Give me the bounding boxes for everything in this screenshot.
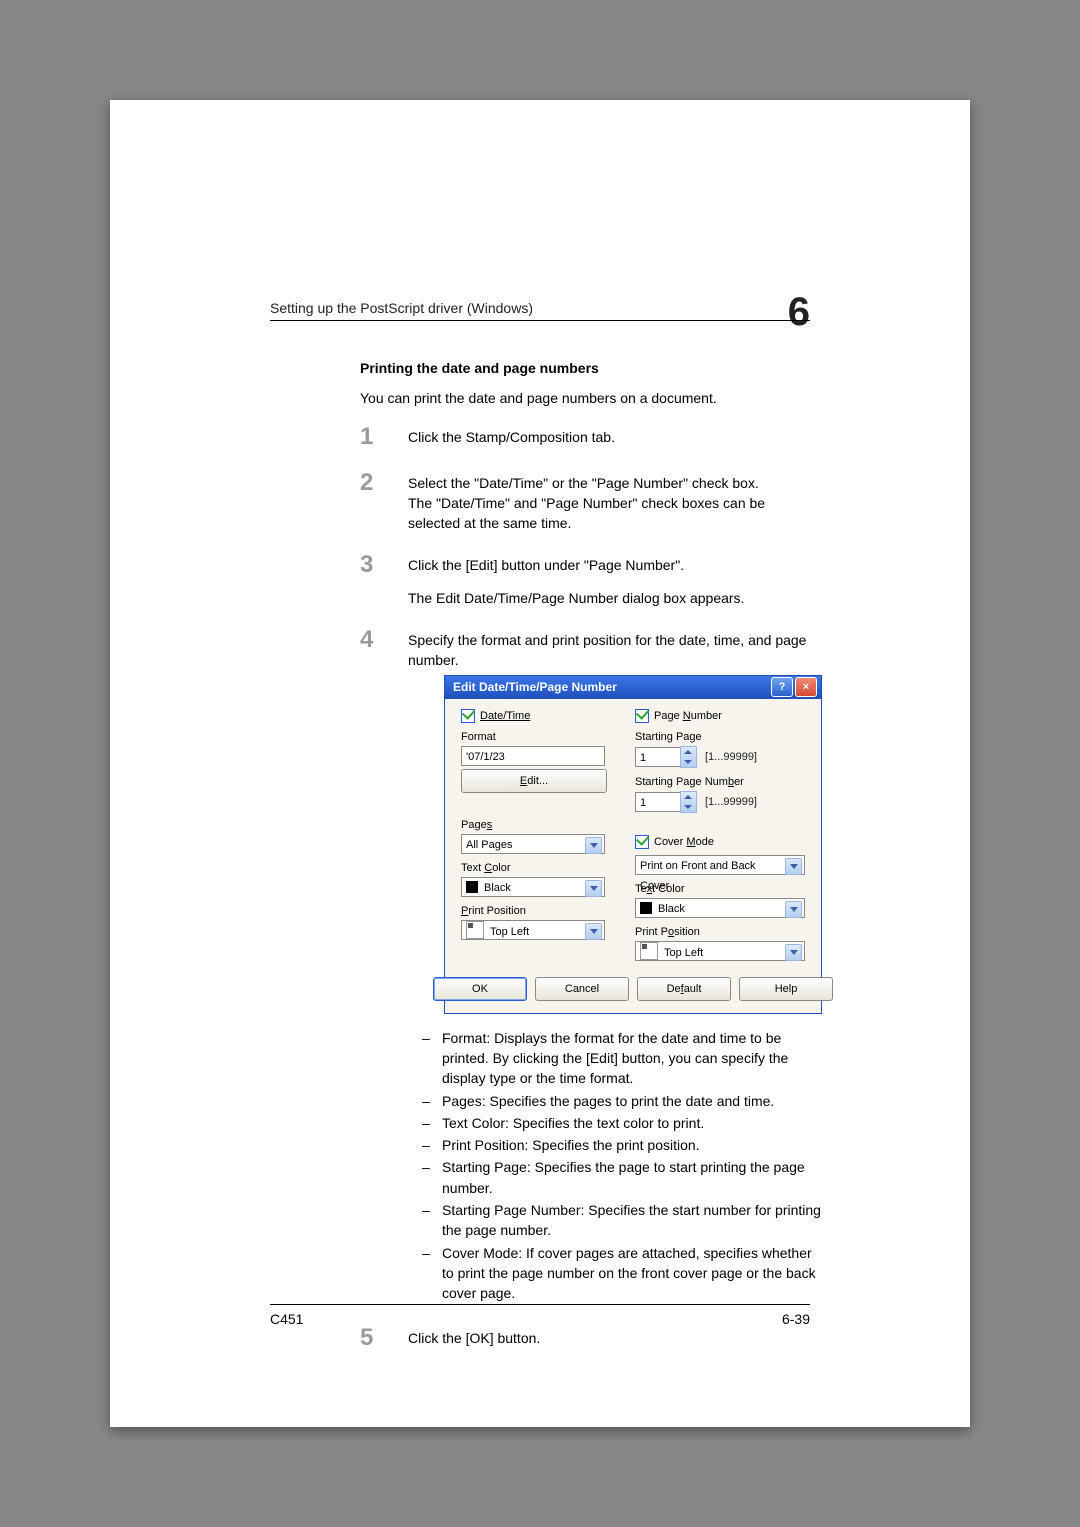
- pagenumber-checkbox[interactable]: Page Number: [635, 709, 805, 723]
- step-number: 2: [360, 469, 408, 497]
- covermode-checkbox[interactable]: Cover Mode: [635, 835, 805, 849]
- bullet-item: Text Color: Specifies the text color to …: [422, 1113, 822, 1133]
- datetime-checkbox[interactable]: Date/Time: [461, 709, 622, 723]
- range-hint: [1...99999]: [705, 751, 757, 763]
- dialog-titlebar[interactable]: Edit Date/Time/Page Number ? ×: [445, 676, 821, 699]
- header-rule: [270, 320, 810, 321]
- bullet-item: Starting Page Number: Specifies the star…: [422, 1200, 822, 1241]
- printposition-select[interactable]: Top Left: [461, 920, 605, 940]
- color-swatch-icon: [640, 902, 652, 914]
- startingnumber-spinner[interactable]: 1 [1...99999]: [635, 791, 805, 813]
- startingnumber-label: Starting Page Number: [635, 776, 805, 788]
- printposition-label: Print Position: [461, 905, 622, 917]
- footer-model: C451: [270, 1311, 303, 1327]
- format-label: Format: [461, 731, 622, 743]
- edit-datetime-dialog: Edit Date/Time/Page Number ? × Date/Time…: [444, 675, 822, 1014]
- position-icon: [640, 942, 658, 960]
- bullet-item: Format: Displays the format for the date…: [422, 1028, 822, 1089]
- help-button[interactable]: Help: [739, 977, 833, 1001]
- running-header: Setting up the PostScript driver (Window…: [270, 300, 533, 316]
- document-page: Setting up the PostScript driver (Window…: [110, 100, 970, 1427]
- covermode-select[interactable]: Print on Front and Back Cover: [635, 855, 805, 875]
- pages-label: Pages: [461, 819, 622, 831]
- dialog-body: Date/Time Format '07/1/23 Edit... Pages …: [445, 699, 821, 977]
- step-list: 1 Click the Stamp/Composition tab. 2 Sel…: [360, 427, 800, 1352]
- step-number: 3: [360, 551, 408, 579]
- bullet-item: Cover Mode: If cover pages are attached,…: [422, 1243, 822, 1304]
- spinner-buttons-icon[interactable]: [680, 791, 697, 813]
- step-text: Click the [Edit] button under "Page Numb…: [408, 555, 800, 608]
- body-content: Printing the date and page numbers You c…: [360, 358, 800, 1374]
- startingpage-spinner[interactable]: 1 [1...99999]: [635, 746, 805, 768]
- step-number: 5: [360, 1324, 408, 1352]
- spinner-buttons-icon[interactable]: [680, 746, 697, 768]
- footer-pageref: 6-39: [782, 1311, 810, 1327]
- bullet-item: Starting Page: Specifies the page to sta…: [422, 1157, 822, 1198]
- cancel-button[interactable]: Cancel: [535, 977, 629, 1001]
- position-icon: [466, 921, 484, 939]
- edit-button[interactable]: Edit...: [461, 769, 607, 793]
- ok-button[interactable]: OK: [433, 977, 527, 1001]
- textcolor-select[interactable]: Black: [635, 898, 805, 918]
- step-text: Click the Stamp/Composition tab.: [408, 427, 800, 447]
- step-text: Select the "Date/Time" or the "Page Numb…: [408, 473, 800, 534]
- select-value: Top Left: [490, 926, 529, 938]
- pages-select[interactable]: All Pages: [461, 834, 605, 854]
- select-value: All Pages: [466, 839, 512, 851]
- step-number: 1: [360, 423, 408, 451]
- chapter-number: 6: [788, 290, 810, 335]
- checkbox-label: Date/Time: [480, 710, 530, 722]
- startingpage-label: Starting Page: [635, 731, 805, 743]
- default-button[interactable]: Default: [637, 977, 731, 1001]
- bullet-item: Pages: Specifies the pages to print the …: [422, 1091, 822, 1111]
- step-text: Specify the format and print position fo…: [408, 630, 822, 1305]
- select-value: Black: [658, 903, 685, 915]
- section-intro: You can print the date and page numbers …: [360, 388, 800, 408]
- sub-bullets: Format: Displays the format for the date…: [422, 1028, 822, 1304]
- section-title: Printing the date and page numbers: [360, 358, 800, 378]
- step-text-line: Specify the format and print position fo…: [408, 630, 822, 671]
- help-icon[interactable]: ?: [771, 677, 793, 697]
- color-swatch-icon: [466, 881, 478, 893]
- range-hint: [1...99999]: [705, 796, 757, 808]
- step-text: Click the [OK] button.: [408, 1328, 800, 1348]
- format-value: '07/1/23: [461, 746, 605, 766]
- bullet-item: Print Position: Specifies the print posi…: [422, 1135, 822, 1155]
- textcolor-select[interactable]: Black: [461, 877, 605, 897]
- dialog-left-column: Date/Time Format '07/1/23 Edit... Pages …: [455, 709, 628, 961]
- dialog-button-row: OK Cancel Default Help: [445, 977, 821, 1013]
- step-text-line: Click the [Edit] button under "Page Numb…: [408, 555, 800, 575]
- dialog-title: Edit Date/Time/Page Number: [449, 680, 769, 694]
- spinner-value[interactable]: 1: [635, 747, 681, 767]
- spinner-value[interactable]: 1: [635, 792, 681, 812]
- textcolor-label: Text Color: [461, 862, 622, 874]
- select-value: Black: [484, 882, 511, 894]
- select-value: Top Left: [664, 947, 703, 959]
- page-footer: C451 6-39: [270, 1304, 810, 1327]
- printposition-label: Print Position: [635, 926, 805, 938]
- printposition-select[interactable]: Top Left: [635, 941, 805, 961]
- close-icon[interactable]: ×: [795, 677, 817, 697]
- dialog-right-column: Page Number Starting Page 1 [1...99999] …: [628, 709, 811, 961]
- step-text-line: The Edit Date/Time/Page Number dialog bo…: [408, 588, 800, 608]
- step-number: 4: [360, 626, 408, 654]
